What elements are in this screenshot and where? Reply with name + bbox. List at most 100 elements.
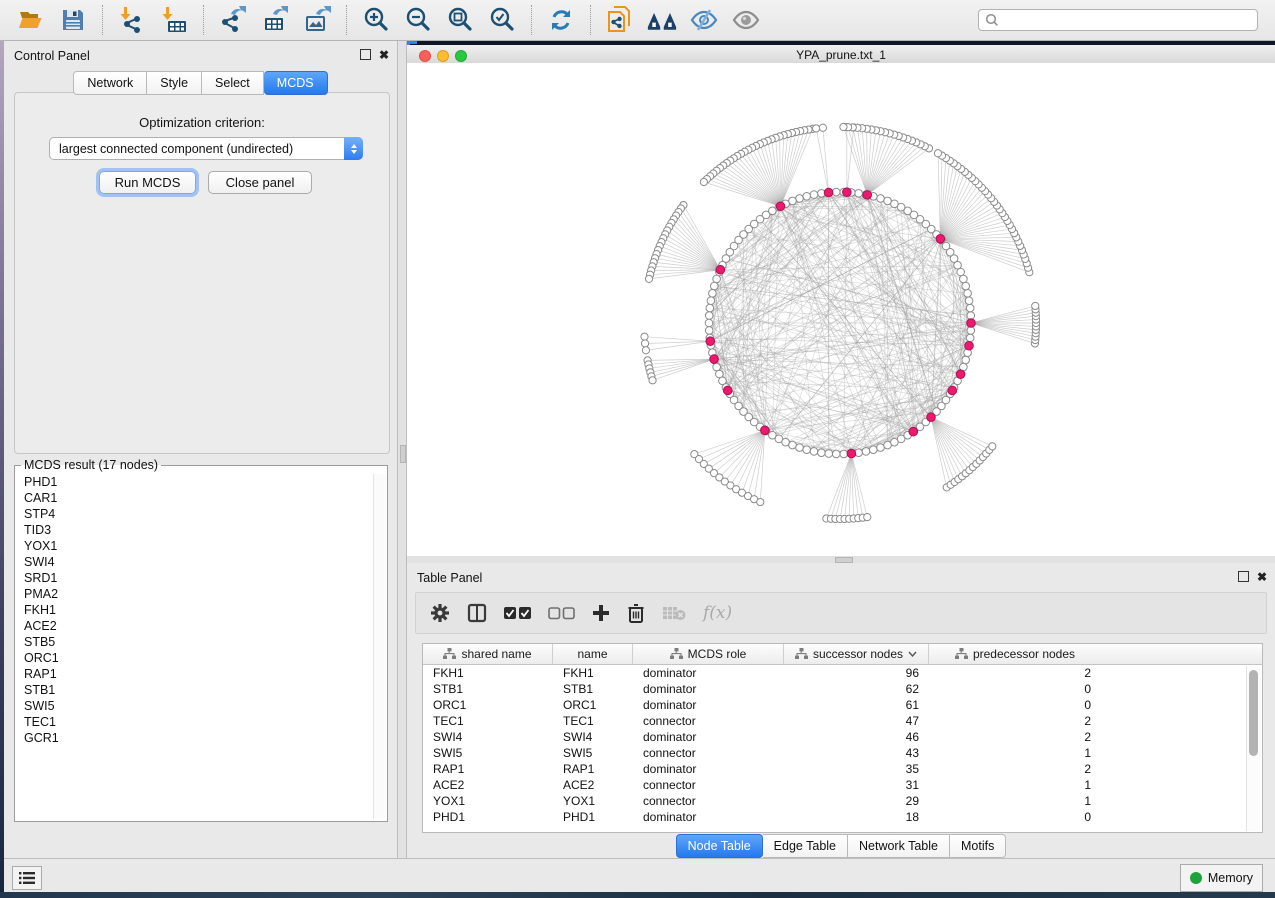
mcds-result-item[interactable]: PMA2 [15,586,373,602]
table-scrollbar-thumb[interactable] [1249,670,1258,756]
add-column-icon[interactable] [592,604,610,622]
open-session-icon[interactable] [16,5,46,35]
mcds-result-list[interactable]: PHD1CAR1STP4TID3YOX1SWI4SRD1PMA2FKH1ACE2… [15,474,373,819]
run-mcds-button[interactable]: Run MCDS [99,171,196,194]
splitter-grip[interactable] [400,445,406,463]
close-panel-button[interactable]: Close panel [208,171,312,194]
tab-mcds[interactable]: MCDS [264,71,328,95]
tab-node-table[interactable]: Node Table [676,834,763,858]
mcds-result-item[interactable]: STB1 [15,682,373,698]
binoculars-icon[interactable] [647,5,677,35]
table-scrollbar[interactable] [1246,666,1261,831]
cell-successor-nodes: 96 [784,666,929,680]
node-table[interactable]: shared name name MCDS role successor nod… [422,643,1263,833]
mcds-result-item[interactable]: CAR1 [15,490,373,506]
cell-name: STB1 [553,682,633,696]
vertical-splitter[interactable] [397,41,407,858]
export-network-icon[interactable] [218,5,248,35]
mcds-result-item[interactable]: ACE2 [15,618,373,634]
table-row[interactable]: PHD1 PHD1 dominator 18 0 [423,809,1262,825]
mcds-result-item[interactable]: FKH1 [15,602,373,618]
clone-network-icon[interactable] [605,5,635,35]
cell-shared-name: FKH1 [423,666,553,680]
table-row[interactable]: STB1 STB1 dominator 62 0 [423,681,1262,697]
export-table-icon[interactable] [260,5,290,35]
toolbar-separator [346,5,347,35]
import-table-icon[interactable] [159,5,189,35]
table-row[interactable]: SWI5 SWI5 connector 43 1 [423,745,1262,761]
table-row[interactable]: RAP1 RAP1 dominator 35 2 [423,761,1262,777]
mcds-result-item[interactable]: SRD1 [15,570,373,586]
mcds-result-item[interactable]: STB5 [15,634,373,650]
zoom-out-icon[interactable] [403,5,433,35]
column-label: successor nodes [813,647,903,661]
cell-mcds-role: dominator [633,698,784,712]
float-panel-icon[interactable] [360,49,371,60]
select-all-icon[interactable] [504,607,531,620]
task-history-button[interactable] [12,866,42,890]
tab-style[interactable]: Style [147,71,202,95]
split-columns-icon[interactable] [467,603,487,623]
network-window-titlebar[interactable]: YPA_prune.txt_1 [407,45,1275,64]
cell-name: PHD1 [553,810,633,824]
optimization-criterion-select[interactable]: largest connected component (undirected) [49,137,363,160]
table-row[interactable]: YOX1 YOX1 connector 29 1 [423,793,1262,809]
cell-predecessor-nodes: 1 [929,778,1101,792]
mcds-result-item[interactable]: PHD1 [15,474,373,490]
selected-criterion: largest connected component (undirected) [50,142,344,156]
horizontal-splitter[interactable] [407,556,1275,563]
column-header-predecessor-nodes[interactable]: predecessor nodes [929,644,1101,664]
table-row[interactable]: FKH1 FKH1 dominator 96 2 [423,665,1262,681]
cell-successor-nodes: 18 [784,810,929,824]
close-panel-icon[interactable]: ✖ [1257,572,1267,582]
tab-network-table[interactable]: Network Table [848,834,950,858]
deselect-all-icon[interactable] [548,607,575,620]
tab-select[interactable]: Select [202,71,264,95]
column-header-shared-name[interactable]: shared name [423,644,553,664]
import-network-icon[interactable] [117,5,147,35]
mcds-list-scrollbar[interactable] [373,474,386,819]
mcds-result-item[interactable]: SWI5 [15,698,373,714]
tab-network[interactable]: Network [73,71,147,95]
mcds-result-item[interactable]: TEC1 [15,714,373,730]
table-row[interactable]: SWI4 SWI4 dominator 46 2 [423,729,1262,745]
close-panel-icon[interactable]: ✖ [379,50,389,60]
gear-icon[interactable] [430,603,450,623]
mcds-panel-body: Optimization criterion: largest connecte… [14,92,390,454]
mcds-result-item[interactable]: STP4 [15,506,373,522]
hierarchy-icon [955,648,968,660]
column-header-successor-nodes[interactable]: successor nodes [784,644,929,664]
mcds-result-item[interactable]: TID3 [15,522,373,538]
application-window: Control Panel ✖ Network Style Select MCD… [0,0,1275,898]
float-panel-icon[interactable] [1238,571,1249,582]
zoom-in-icon[interactable] [361,5,391,35]
save-session-icon[interactable] [58,5,88,35]
table-row[interactable]: ORC1 ORC1 dominator 61 0 [423,697,1262,713]
mcds-result-item[interactable]: SWI4 [15,554,373,570]
cell-shared-name: RAP1 [423,762,553,776]
refresh-layout-icon[interactable] [546,5,576,35]
show-all-icon[interactable] [731,5,761,35]
search-field[interactable] [978,9,1258,31]
mcds-result-item[interactable]: ORC1 [15,650,373,666]
column-header-name[interactable]: name [553,644,633,664]
zoom-fit-icon[interactable] [445,5,475,35]
network-canvas[interactable] [407,63,1275,556]
export-image-icon[interactable] [302,5,332,35]
hide-selected-icon[interactable] [689,5,719,35]
column-header-mcds-role[interactable]: MCDS role [633,644,784,664]
delete-column-icon[interactable] [627,603,645,623]
tab-edge-table[interactable]: Edge Table [763,834,848,858]
search-input[interactable] [1003,12,1257,28]
memory-button[interactable]: Memory [1180,864,1263,892]
mcds-result-item[interactable]: YOX1 [15,538,373,554]
cell-successor-nodes: 62 [784,682,929,696]
table-row[interactable]: ACE2 ACE2 connector 31 1 [423,777,1262,793]
mcds-result-item[interactable]: RAP1 [15,666,373,682]
tab-motifs[interactable]: Motifs [950,834,1006,858]
zoom-selected-icon[interactable] [487,5,517,35]
cell-name: TEC1 [553,714,633,728]
table-row[interactable]: TEC1 TEC1 connector 47 2 [423,713,1262,729]
column-label: name [577,647,607,661]
mcds-result-item[interactable]: GCR1 [15,730,373,746]
